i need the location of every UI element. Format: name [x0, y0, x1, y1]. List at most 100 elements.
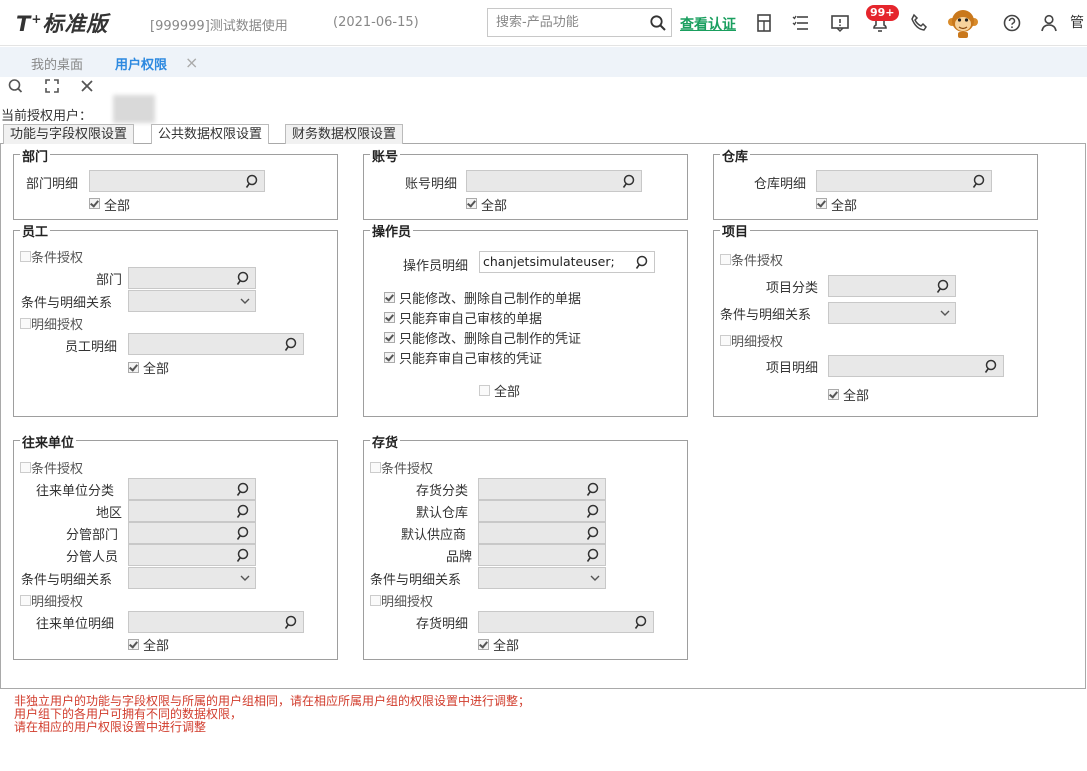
user-icon[interactable] — [1037, 11, 1061, 35]
fullscreen-icon[interactable] — [43, 77, 61, 95]
monkey-mascot-icon[interactable] — [947, 5, 979, 39]
message-icon[interactable] — [828, 11, 852, 35]
partner-all-checkbox[interactable] — [128, 639, 139, 650]
chevron-down-icon[interactable] — [939, 306, 951, 320]
tab-close-icon[interactable]: × — [185, 53, 198, 72]
project-category-field[interactable] — [828, 275, 956, 297]
partner-staff-field[interactable] — [128, 544, 256, 566]
partner-category-label: 往来单位分类 — [36, 484, 115, 499]
lookup-icon[interactable] — [235, 481, 253, 499]
account-all-checkbox[interactable] — [466, 198, 477, 209]
warehouse-detail-field[interactable] — [816, 170, 992, 192]
inventory-supplier-field[interactable] — [478, 522, 606, 544]
employee-detail-label: 员工明细 — [65, 340, 118, 355]
search-input[interactable] — [488, 9, 648, 36]
help-icon[interactable] — [1000, 11, 1024, 35]
warehouse-all-checkbox[interactable] — [816, 198, 827, 209]
lookup-icon[interactable] — [621, 173, 639, 191]
inventory-category-field[interactable] — [478, 478, 606, 500]
subtab-public-data[interactable]: 公共数据权限设置 — [151, 124, 270, 144]
lookup-icon[interactable] — [585, 481, 603, 499]
chevron-down-icon[interactable] — [239, 294, 251, 308]
tab-user-permissions[interactable]: 用户权限 — [115, 54, 167, 73]
warehouse-all-label: 全部 — [831, 199, 858, 214]
lookup-icon[interactable] — [983, 358, 1001, 376]
employee-detail-auth-checkbox[interactable] — [20, 318, 31, 329]
search-icon[interactable] — [649, 14, 667, 32]
close-icon[interactable] — [78, 77, 96, 95]
app-logo: T+标准版 — [16, 12, 109, 36]
lookup-icon[interactable] — [244, 173, 262, 191]
partner-region-field[interactable] — [128, 500, 256, 522]
partner-relation-select[interactable] — [128, 567, 256, 589]
lookup-icon[interactable] — [585, 503, 603, 521]
inventory-detail-auth-checkbox[interactable] — [370, 595, 381, 606]
lookup-icon[interactable] — [283, 336, 301, 354]
subtab-function-field[interactable]: 功能与字段权限设置 — [3, 124, 135, 144]
phone-icon[interactable] — [907, 11, 931, 35]
employee-relation-select[interactable] — [128, 290, 256, 312]
calculator-icon[interactable] — [752, 11, 776, 35]
chevron-down-icon[interactable] — [589, 571, 601, 585]
operator-detail-label: 操作员明细 — [403, 259, 469, 274]
operator-opt2-checkbox[interactable] — [384, 312, 395, 323]
lookup-icon[interactable] — [585, 547, 603, 565]
partner-detail-label: 往来单位明细 — [36, 617, 115, 632]
project-relation-select[interactable] — [828, 302, 956, 324]
chevron-down-icon[interactable] — [239, 571, 251, 585]
employee-detail-field[interactable] — [128, 333, 304, 355]
project-all-checkbox[interactable] — [828, 389, 839, 400]
partner-category-field[interactable] — [128, 478, 256, 500]
partner-detail-field[interactable] — [128, 611, 304, 633]
inventory-all-label: 全部 — [493, 639, 520, 654]
operator-all-checkbox[interactable] — [479, 385, 490, 396]
inventory-relation-select[interactable] — [478, 567, 606, 589]
dept-detail-field[interactable] — [89, 170, 265, 192]
lookup-icon[interactable] — [235, 270, 253, 288]
inventory-all-checkbox[interactable] — [478, 639, 489, 650]
project-detail-auth-checkbox[interactable] — [720, 335, 731, 346]
project-cond-auth-label: 条件授权 — [731, 254, 784, 269]
partner-dept-field[interactable] — [128, 522, 256, 544]
tab-my-desktop[interactable]: 我的桌面 — [31, 54, 83, 73]
lookup-icon[interactable] — [235, 547, 253, 565]
lookup-icon[interactable] — [283, 614, 301, 632]
task-list-icon[interactable] — [789, 11, 813, 35]
dept-all-checkbox[interactable] — [89, 198, 100, 209]
inventory-brand-field[interactable] — [478, 544, 606, 566]
operator-detail-field[interactable]: chanjetsimulateuser; — [479, 251, 655, 273]
subtab-finance-data[interactable]: 财务数据权限设置 — [285, 124, 404, 144]
inventory-cond-auth-label: 条件授权 — [381, 462, 434, 477]
partner-region-label: 地区 — [96, 506, 123, 521]
operator-opt1-checkbox[interactable] — [384, 292, 395, 303]
project-detail-field[interactable] — [828, 355, 1004, 377]
partner-cond-auth-checkbox[interactable] — [20, 462, 31, 473]
lookup-icon[interactable] — [633, 614, 651, 632]
lookup-icon[interactable] — [935, 278, 953, 296]
lookup-icon[interactable] — [235, 525, 253, 543]
partner-detail-auth-checkbox[interactable] — [20, 595, 31, 606]
operator-opt4-checkbox[interactable] — [384, 352, 395, 363]
inventory-detail-field[interactable] — [478, 611, 654, 633]
project-cond-auth-checkbox[interactable] — [720, 254, 731, 265]
operator-opt3-checkbox[interactable] — [384, 332, 395, 343]
employee-dept-label: 部门 — [96, 273, 123, 288]
inventory-cond-auth-checkbox[interactable] — [370, 462, 381, 473]
verify-link[interactable]: 查看认证 — [680, 14, 736, 34]
admin-label[interactable]: 管 — [1070, 12, 1084, 32]
lookup-icon[interactable] — [585, 525, 603, 543]
lookup-icon[interactable] — [634, 254, 652, 272]
account-all-label: 全部 — [481, 199, 508, 214]
employee-cond-auth-checkbox[interactable] — [20, 251, 31, 262]
project-detail-auth-label: 明细授权 — [731, 335, 784, 350]
partner-cond-auth-label: 条件授权 — [31, 462, 84, 477]
lookup-icon[interactable] — [971, 173, 989, 191]
search-icon[interactable] — [7, 77, 25, 95]
employee-all-checkbox[interactable] — [128, 362, 139, 373]
inventory-warehouse-field[interactable] — [478, 500, 606, 522]
employee-cond-auth-label: 条件授权 — [31, 251, 84, 266]
employee-dept-field[interactable] — [128, 267, 256, 289]
account-detail-field[interactable] — [466, 170, 642, 192]
inventory-detail-label: 存货明细 — [416, 617, 469, 632]
lookup-icon[interactable] — [235, 503, 253, 521]
